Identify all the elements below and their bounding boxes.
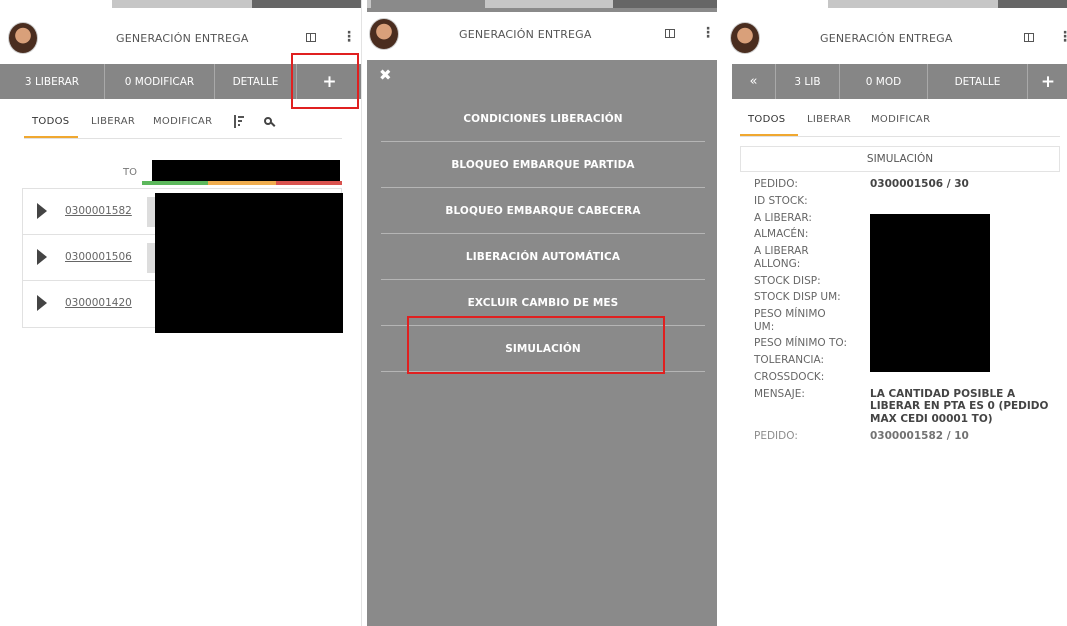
menu-item-liberacion-automatica[interactable]: LIBERACIÓN AUTOMÁTICA [381,234,705,280]
top-strip [724,0,1067,8]
detalle-button[interactable]: DETALLE [215,64,297,99]
field-label: PESO MÍNIMO UM: [754,308,826,333]
kebab-menu-icon[interactable]: ⋮ [342,28,356,46]
progress-orange [208,181,276,185]
modificar-button[interactable]: 0 MOD [840,64,928,99]
close-icon[interactable]: ✖ [379,66,392,84]
order-link[interactable]: 0300001420 [65,297,132,309]
detalle-button[interactable]: DETALLE [928,64,1028,99]
field-label: STOCK DISP: [754,274,821,287]
top-strip [0,0,361,8]
search-icon[interactable] [264,117,272,125]
field-label: PEDIDO: [754,429,798,442]
kebab-menu-icon[interactable]: ⋮ [701,24,715,42]
to-label: TO [123,167,137,178]
detail-row: PEDIDO: 0300001506 / 30 [754,178,1054,191]
app-header: GENERACIÓN ENTREGA ⋮ [367,12,717,60]
field-value: 0300001582 / 10 [870,429,969,442]
avatar[interactable] [730,22,760,54]
progress-green [142,181,208,185]
tab-modificar[interactable]: MODIFICAR [871,114,930,125]
detail-row: MENSAJE: LA CANTIDAD POSIBLE A LIBERAR EN… [754,388,1054,426]
filter-tabs: TODOS LIBERAR MODIFICAR [724,106,1067,136]
detail-row: ID STOCK: [754,195,1054,208]
avatar[interactable] [8,22,38,54]
section-title: SIMULACIÓN [740,146,1060,172]
panel-simulation-detail: GENERACIÓN ENTREGA ⋮ « 3 LIB 0 MOD DETAL… [724,0,1067,626]
field-label: A LIBERAR: [754,211,812,224]
menu-item-bloqueo-embarque-cabecera[interactable]: BLOQUEO EMBARQUE CABECERA [381,188,705,234]
avatar[interactable] [369,18,399,50]
field-value [870,371,1054,384]
progress-red [276,181,342,185]
field-label: STOCK DISP UM: [754,291,841,304]
app-header: GENERACIÓN ENTREGA ⋮ [724,14,1067,62]
order-link[interactable]: 0300001582 [65,205,132,217]
scroll-clip [724,512,1067,626]
field-value: 0300001506 / 30 [870,178,969,190]
field-label: PEDIDO: [754,178,798,190]
field-value [870,195,1054,208]
back-button[interactable]: « [732,64,776,99]
order-link[interactable]: 0300001506 [65,251,132,263]
expand-play-icon[interactable] [37,295,47,311]
sort-icon[interactable] [234,115,244,128]
tab-todos[interactable]: TODOS [32,116,69,127]
liberar-button[interactable]: 3 LIBERAR [0,64,105,99]
detail-row: PEDIDO: 0300001582 / 10 [754,430,1054,443]
field-label: ID STOCK: [754,194,808,207]
tab-todos[interactable]: TODOS [748,114,785,125]
action-toolbar: « 3 LIB 0 MOD DETALLE + [732,64,1067,99]
kebab-menu-icon[interactable]: ⋮ [1058,28,1067,46]
top-strip [367,0,717,8]
tab-liberar[interactable]: LIBERAR [91,116,135,127]
book-icon[interactable] [665,29,675,38]
highlight-add-button [291,53,359,109]
tab-liberar[interactable]: LIBERAR [807,114,851,125]
detail-row: CROSSDOCK: [754,371,1054,384]
filter-tabs: TODOS LIBERAR MODIFICAR [0,108,361,138]
panel-options-menu: GENERACIÓN ENTREGA ⋮ ✖ CONDICIONES LIBER… [367,0,717,626]
field-label: ALMACÉN: [754,228,809,241]
field-label: CROSSDOCK: [754,371,825,383]
page-title: GENERACIÓN ENTREGA [116,32,249,45]
field-label: PESO MÍNIMO TO: [754,337,848,350]
page-title: GENERACIÓN ENTREGA [820,32,953,45]
field-label: TOLERANCIA: [754,354,825,367]
modificar-button[interactable]: 0 MODIFICAR [105,64,215,99]
redacted-area [152,160,340,182]
menu-item-bloqueo-embarque-partida[interactable]: BLOQUEO EMBARQUE PARTIDA [381,142,705,188]
book-icon[interactable] [306,33,316,42]
panel-order-list: GENERACIÓN ENTREGA ⋮ 3 LIBERAR 0 MODIFIC… [0,0,362,626]
tab-modificar[interactable]: MODIFICAR [153,116,212,127]
page-title: GENERACIÓN ENTREGA [459,28,592,41]
field-label: MENSAJE: [754,387,805,400]
redacted-area [870,214,990,372]
field-label: A LIBERAR ALLONG: [754,245,809,270]
expand-play-icon[interactable] [37,203,47,219]
tabs-divider [740,136,1060,137]
liberar-button[interactable]: 3 LIB [776,64,840,99]
book-icon[interactable] [1024,33,1034,42]
tabs-divider [24,138,342,139]
field-value: LA CANTIDAD POSIBLE A LIBERAR EN PTA ES … [870,387,1049,425]
add-button[interactable]: + [1028,64,1067,99]
redacted-area [155,193,343,333]
highlight-simulacion [407,316,665,374]
expand-play-icon[interactable] [37,249,47,265]
menu-item-condiciones-liberacion[interactable]: CONDICIONES LIBERACIÓN [381,96,705,142]
